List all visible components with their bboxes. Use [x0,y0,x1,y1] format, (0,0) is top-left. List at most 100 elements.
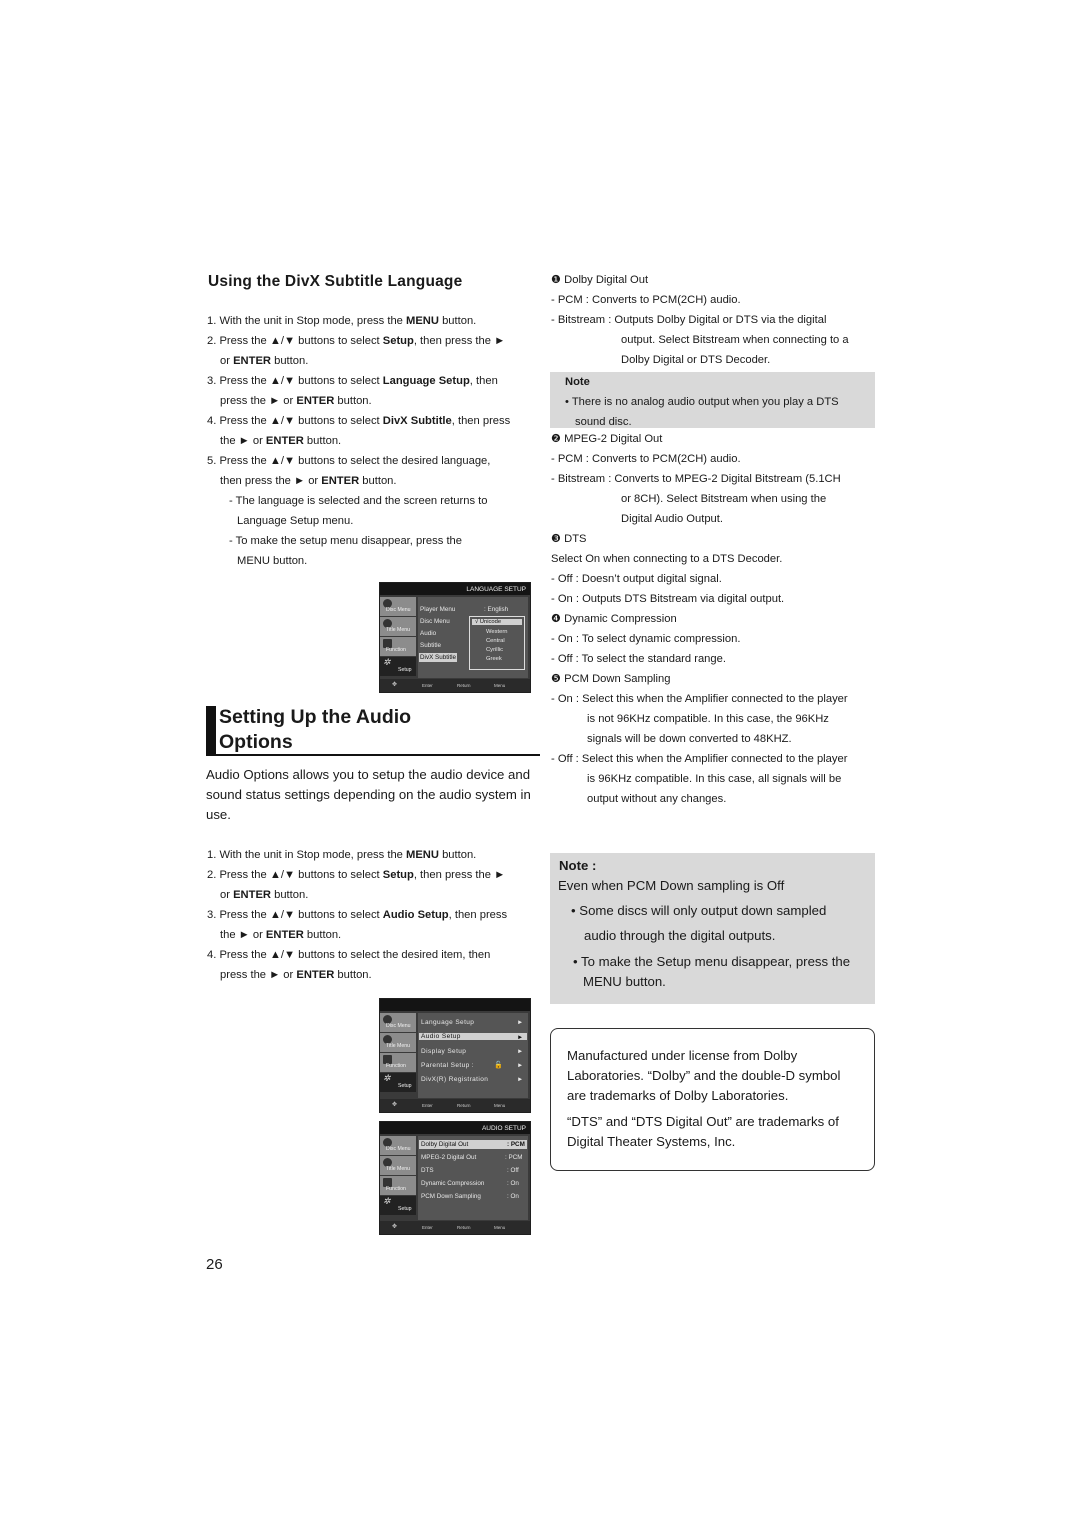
step-text: or [220,889,234,901]
dolby-digital-out-section: ❶ Dolby Digital Out - PCM : Converts to … [551,270,881,370]
option-line: - Off : Select this when the Amplifier c… [551,753,848,765]
osd-language-setup: LANGUAGE SETUP Disc Menu Title Menu Func… [379,582,531,693]
osd-item-value: : English [484,606,509,613]
step-text: button. [270,355,309,367]
osd-option-selected: √ Unicode [472,619,522,625]
osd-sidebar: Disc Menu Title Menu Function ✲ Setup [380,597,416,678]
step-text: , then [469,375,498,387]
divx-steps-list: 1. With the unit in Stop mode, press the… [207,311,537,571]
item-heading: ❶ Dolby Digital Out [551,274,649,286]
osd-option: Cyrillic [486,647,504,653]
bold-term: ENTER [233,355,271,367]
note-box-pcm-down-sampling: Note : Even when PCM Down sampling is Of… [550,853,875,1004]
step-text: the ► or [220,435,266,447]
note-box-dts-analog: Note • There is no analog audio output w… [550,372,875,428]
step-text: button. [334,969,372,981]
osd-footer: ✥ Enter Return Menu [380,679,530,692]
step-item: 3. Press the ▲/▼ buttons to select Audio… [207,905,537,925]
step-text: button. [303,435,342,447]
title-line-1: Setting Up the Audio [219,706,412,728]
footer-return: Return [457,683,471,688]
bold-term: ENTER [265,435,304,447]
option-line: - Off : To select the standard range. [551,653,726,665]
footer-menu: Menu [494,683,506,688]
step-item-cont: or ENTER button. [207,885,537,905]
option-line: - PCM : Converts to PCM(2CH) audio. [551,453,741,465]
osd-item-value: : PCM [505,1154,523,1161]
footer-menu: Menu [494,1103,506,1108]
osd-sidebar-setup: ✲ Setup [380,657,416,676]
note-title: Note : [559,858,597,873]
option-line-cont: is 96KHz compatible. In this case, all s… [587,773,842,785]
note-bullet-cont: audio through the digital outputs. [584,928,776,943]
osd-footer: ✥ Enter Return Menu [380,1099,530,1112]
dpad-icon: ✥ [392,1224,398,1230]
osd-item-value: : Off [507,1167,519,1174]
step-text: or [220,355,234,367]
step-text: button. [270,889,309,901]
section-heading-divx-subtitle: Using the DivX Subtitle Language [208,273,463,290]
note-title: Note [565,376,590,388]
step-text: With the unit in Stop mode, press the [219,315,407,327]
gear-icon: ✲ [383,1196,391,1206]
osd-item-selected: Audio Setup [419,1033,527,1040]
osd-sidebar: Disc Menu Title Menu Function ✲ Setup [380,1136,416,1220]
osd-item: Player Menu [420,606,456,613]
mpeg2-digital-out-section: ❷ MPEG-2 Digital Out - PCM : Converts to… [551,429,881,809]
step-item: 5. Press the ▲/▼ buttons to select the d… [207,451,537,471]
audio-intro-paragraph: Audio Options allows you to setup the au… [206,767,531,822]
step-text: button. [359,475,397,487]
step-item: 4. Press the ▲/▼ buttons to select DivX … [207,411,537,431]
item-heading: ❺ PCM Down Sampling [551,673,671,685]
bold-term: Setup [382,869,414,881]
bold-term: DivX Subtitle [382,415,452,427]
sub-note: - The language is selected and the scree… [229,495,488,507]
bold-term: Language Setup [382,375,470,387]
bold-term: ENTER [296,969,335,981]
osd-item-label: Dynamic Compression [421,1180,485,1187]
footer-enter: Enter [422,683,433,688]
step-text: press the ► or [220,969,297,981]
step-text: press the ► or [220,395,297,407]
osd-item: Audio [420,630,437,637]
trademark-dts: “DTS” and “DTS Digital Out” are trademar… [567,1114,839,1149]
osd-sidebar-function: Function [380,637,416,656]
option-line-cont: output. Select Bitstream when connecting… [621,334,849,346]
osd-item-value: : On [507,1193,519,1200]
arrow-right-icon: ► [517,1076,524,1083]
step-number: 3. [207,909,220,921]
step-text: Press the ▲/▼ buttons to select the desi… [219,455,491,467]
step-number: 1. [207,315,220,327]
osd-header [380,999,530,1011]
trademark-box: Manufactured under license from Dolby La… [550,1028,875,1171]
step-text: Press the ▲/▼ buttons to select [219,335,383,347]
step-text: the ► or [220,929,266,941]
osd-menu-list: Language Setup Audio Setup Display Setup… [418,1013,528,1098]
osd-language-options-popup: √ Unicode Western Central Cyrillic Greek [469,616,525,670]
footer-enter: Enter [422,1225,433,1230]
step-item: 2. Press the ▲/▼ buttons to select Setup… [207,331,537,351]
osd-option: Greek [486,656,502,662]
osd-sidebar-function: Function [380,1053,416,1072]
step-item-cont: the ► or ENTER button. [207,925,537,945]
osd-sidebar-disc-menu: Disc Menu [380,1013,416,1032]
step-item-cont: or ENTER button. [207,351,537,371]
osd-sidebar-setup: ✲ Setup [380,1073,416,1092]
sub-note-cont: Language Setup menu. [237,515,354,527]
osd-item-label: MPEG-2 Digital Out [421,1154,477,1161]
step-text: Press the ▲/▼ buttons to select [219,909,383,921]
step-item: 1. With the unit in Stop mode, press the… [207,845,537,865]
bold-term: MENU [406,315,439,327]
step-number: 4. [207,415,220,427]
osd-header: LANGUAGE SETUP [380,583,530,595]
osd-item: Parental Setup : [421,1062,475,1069]
step-text: Press the ▲/▼ buttons to select the desi… [219,949,491,961]
osd-sidebar-function: Function [380,1176,416,1195]
osd-item: Display Setup [421,1048,467,1055]
dpad-icon: ✥ [392,1102,398,1108]
option-line: - On : Select this when the Amplifier co… [551,693,848,705]
osd-audio-setup: AUDIO SETUP Disc Menu Title Menu Functio… [379,1121,531,1235]
footer-enter: Enter [422,1103,433,1108]
option-line-cont: output without any changes. [587,793,727,805]
step-text: button. [334,395,372,407]
